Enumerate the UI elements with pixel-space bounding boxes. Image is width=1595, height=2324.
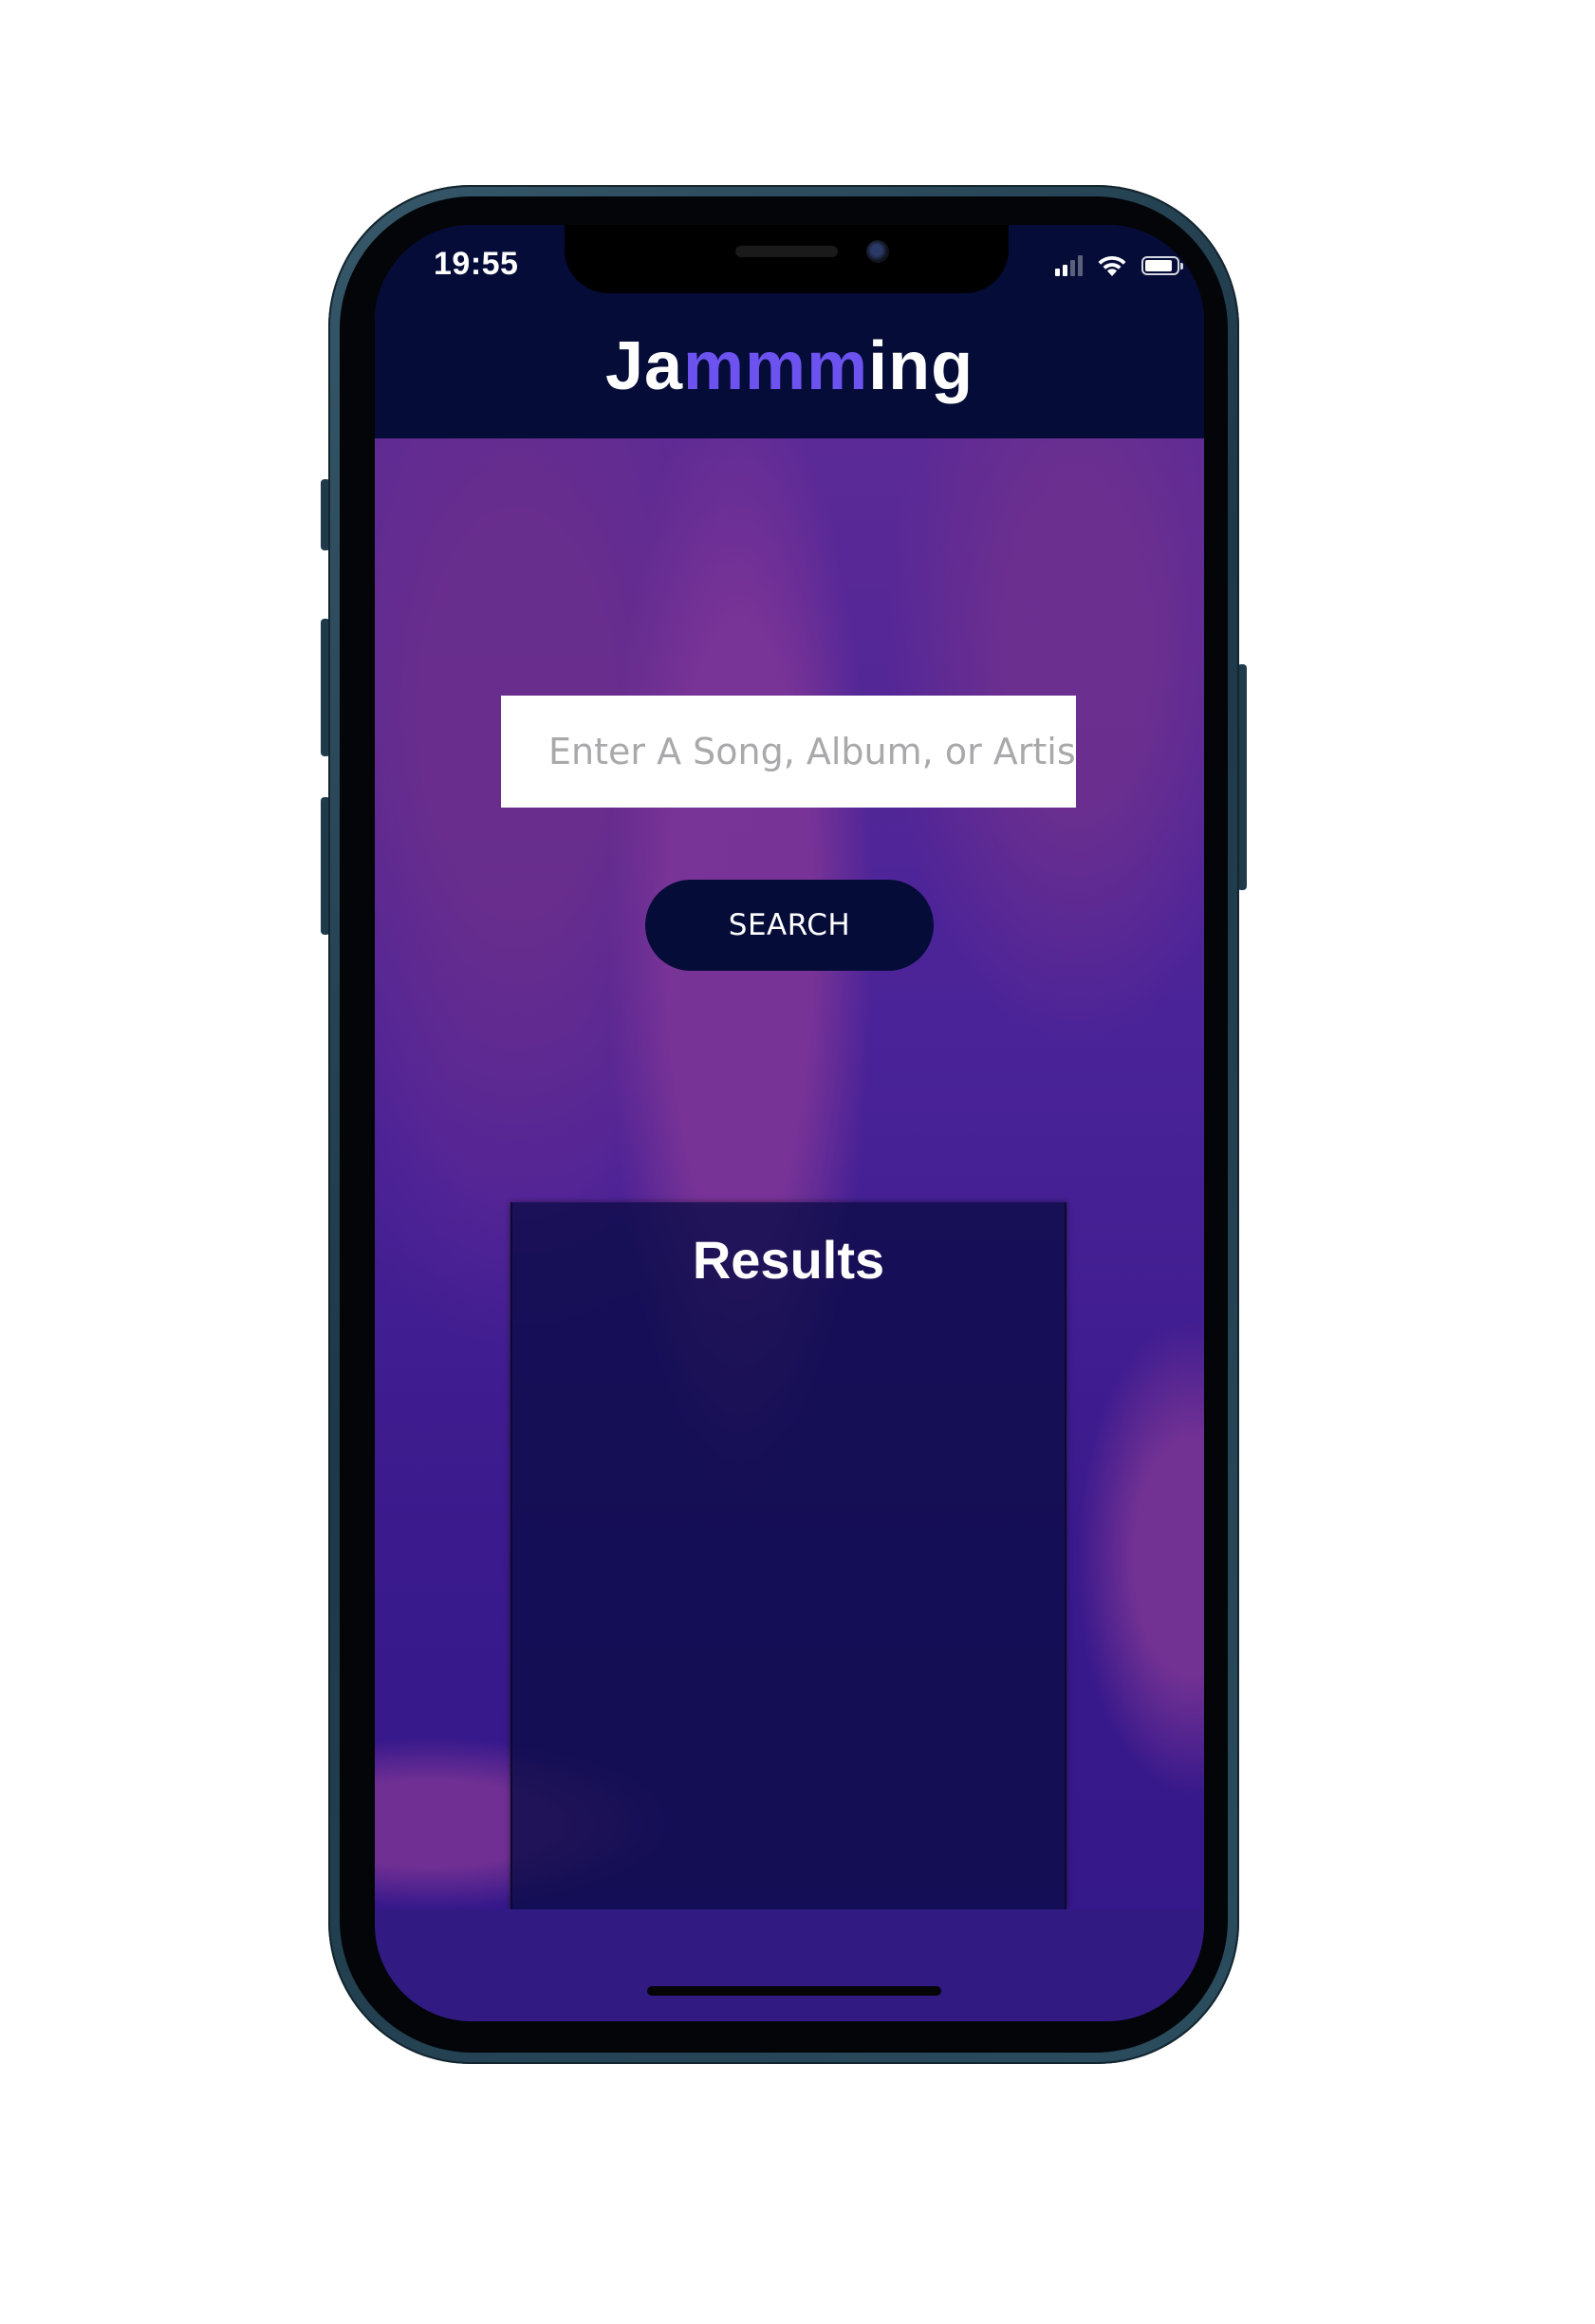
status-bar-icons [1055,251,1183,280]
logo-text-accent: mmm [683,328,869,404]
battery-icon [1141,256,1183,275]
app-logo: Jammming [375,327,1204,405]
logo-text-prefix: Ja [604,328,684,404]
results-title: Results [692,1230,885,1290]
status-bar-time: 19:55 [434,246,519,282]
results-panel[interactable]: Results [510,1202,1066,1909]
cellular-signal-icon [1055,255,1083,276]
search-button[interactable]: SEARCH [645,880,934,971]
phone-notch [565,225,1009,293]
wifi-icon [1098,255,1126,276]
phone-screen: 19:55 Jammming SEARCH [375,225,1204,2021]
bottom-safe-area [375,1909,1204,2021]
front-camera [866,240,889,263]
search-input[interactable] [501,696,1076,808]
app-header: 19:55 Jammming [375,225,1204,438]
logo-text-suffix: ing [868,328,974,404]
home-indicator[interactable] [647,1986,941,1996]
earpiece-speaker [735,246,838,257]
